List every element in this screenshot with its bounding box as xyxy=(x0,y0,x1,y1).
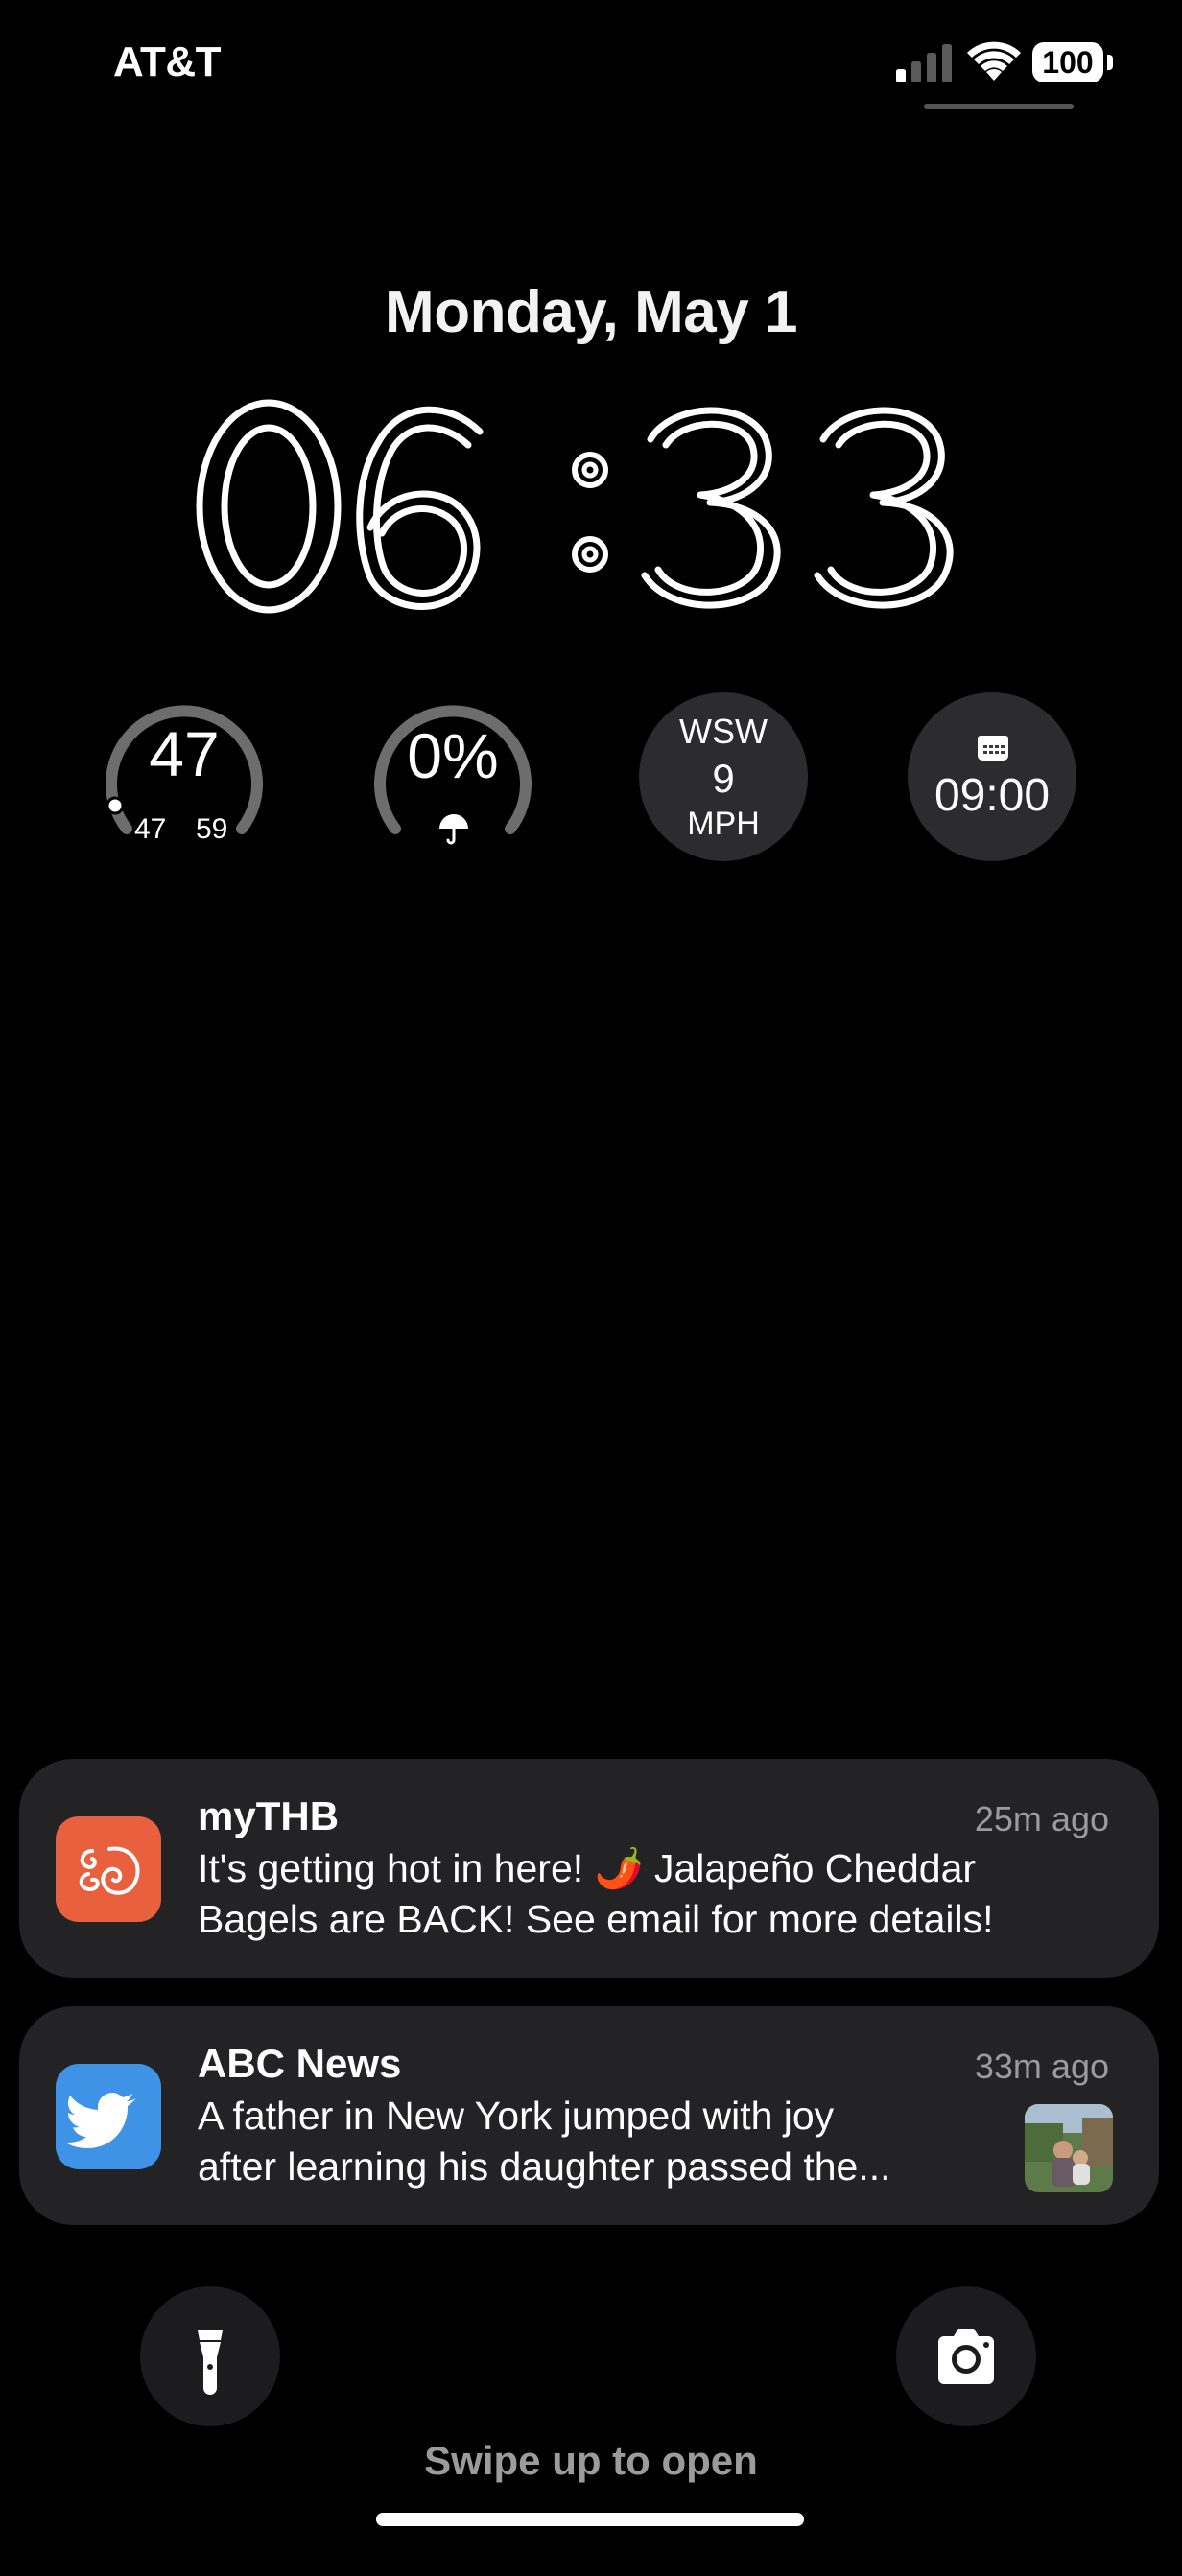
notification-thumbnail xyxy=(1025,2104,1113,2192)
notification-body-line: It's getting hot in here! 🌶️ Jalapeño Ch… xyxy=(198,1846,977,1890)
temperature-widget[interactable]: 47 47 59 xyxy=(100,692,269,861)
notification-mythb[interactable]: myTHB 25m ago It's getting hot in here! … xyxy=(19,1759,1159,1978)
camera-icon xyxy=(938,2329,994,2384)
notification-time: 33m ago xyxy=(974,2047,1109,2086)
battery-level: 100 xyxy=(1032,42,1103,82)
alarm-widget[interactable]: 09:00 xyxy=(908,692,1076,861)
current-temperature: 47 xyxy=(149,718,220,789)
twitter-bird-icon xyxy=(65,2093,136,2148)
wind-direction: WSW xyxy=(679,712,768,751)
flashlight-icon xyxy=(198,2330,223,2395)
status-indicator-bar xyxy=(924,104,1074,109)
precipitation-chance: 0% xyxy=(407,720,499,791)
notification-abc-news[interactable]: ABC News 33m ago A father in New York ju… xyxy=(19,2006,1159,2225)
cellular-signal-icon xyxy=(896,44,952,82)
notification-body: It's getting hot in here! 🌶️ Jalapeño Ch… xyxy=(198,1843,1080,1945)
battery-icon: 100 xyxy=(1032,42,1113,84)
mythb-app-icon xyxy=(56,1816,161,1922)
notification-body-line: after learning his daughter passed the..… xyxy=(198,2144,891,2189)
notification-time: 25m ago xyxy=(974,1799,1109,1838)
wind-speed: 9 xyxy=(712,756,735,801)
wind-widget[interactable]: WSW 9 MPH xyxy=(639,692,808,861)
high-temperature: 59 xyxy=(196,813,228,845)
swipe-up-hint: Swipe up to open xyxy=(424,2438,758,2483)
flashlight-button[interactable] xyxy=(140,2286,280,2426)
carrier-label: AT&T xyxy=(113,38,222,85)
alarm-time: 09:00 xyxy=(934,770,1051,821)
umbrella-icon xyxy=(439,814,468,845)
precipitation-widget[interactable]: 0% xyxy=(368,692,537,861)
notification-body-line: Bagels are BACK! See email for more deta… xyxy=(198,1897,994,1941)
calendar-icon xyxy=(978,736,1008,761)
twitter-app-icon xyxy=(56,2064,161,2169)
camera-button[interactable] xyxy=(896,2286,1036,2426)
notification-app-name: myTHB xyxy=(198,1793,340,1838)
wifi-icon xyxy=(967,41,1021,81)
lock-screen-clock xyxy=(196,399,954,614)
lock-screen-date: Monday, May 1 xyxy=(385,279,797,345)
home-indicator[interactable] xyxy=(376,2513,804,2526)
notification-body-line: A father in New York jumped with joy xyxy=(198,2094,835,2138)
notification-app-name: ABC News xyxy=(198,2041,402,2086)
wind-unit: MPH xyxy=(687,806,760,842)
notification-body: A father in New York jumped with joy aft… xyxy=(198,2091,1013,2192)
low-temperature: 47 xyxy=(134,813,167,845)
